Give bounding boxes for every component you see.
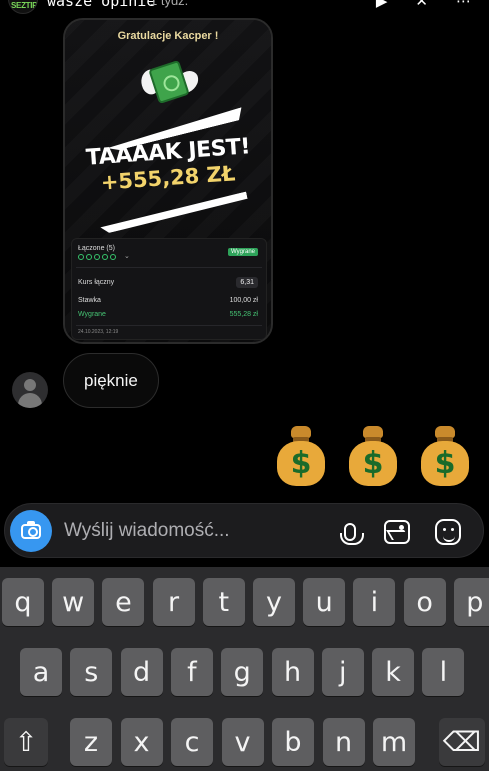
- stake-value: 100,00 zł: [229, 297, 258, 304]
- on-screen-keyboard: qwertyuiop asdfghjkl ⇧ ⌫ zxcvbnm: [0, 567, 489, 771]
- shared-story-card[interactable]: Gratulacje Kacper ! TAAAAK JEST! +555,28…: [63, 18, 273, 344]
- camera-button[interactable]: [10, 510, 52, 552]
- money-bag-icon: $: [275, 426, 327, 486]
- message-input[interactable]: Wyślij wiadomość...: [64, 520, 230, 542]
- message-text: pięknie: [84, 370, 138, 390]
- key-a[interactable]: a: [20, 648, 62, 696]
- key-e[interactable]: e: [102, 578, 145, 626]
- story-header: SEZTIP wasze opinie 1 tydz. ▶ ✕ ⋯: [0, 0, 489, 14]
- play-icon[interactable]: ▶: [376, 0, 388, 10]
- key-u[interactable]: u: [303, 578, 346, 626]
- odds-value: 6,31: [236, 277, 258, 288]
- key-o[interactable]: o: [403, 578, 446, 626]
- win-label: Wygrane: [78, 311, 106, 318]
- message-composer: Wyślij wiadomość...: [4, 503, 484, 558]
- key-q[interactable]: q: [2, 578, 44, 626]
- status-badge: Wygrane: [228, 248, 258, 256]
- key-l[interactable]: l: [422, 648, 465, 696]
- key-y[interactable]: y: [253, 578, 295, 626]
- shift-key[interactable]: ⇧: [4, 718, 48, 766]
- key-w[interactable]: w: [52, 578, 95, 626]
- odds-label: Kurs łączny: [78, 279, 115, 286]
- bet-legs-indicator: [78, 254, 116, 260]
- avatar-text: SEZTIP: [11, 1, 38, 10]
- key-h[interactable]: h: [271, 648, 314, 696]
- stake-label: Stawka: [78, 297, 101, 304]
- microphone-button[interactable]: [335, 517, 365, 547]
- key-c[interactable]: c: [171, 718, 213, 766]
- backspace-key[interactable]: ⌫: [439, 718, 485, 766]
- gallery-button[interactable]: [382, 517, 412, 547]
- camera-icon: [21, 520, 41, 539]
- key-b[interactable]: b: [272, 718, 314, 766]
- story-title: Gratulacje Kacper !: [117, 30, 219, 42]
- key-f[interactable]: f: [170, 648, 213, 696]
- key-d[interactable]: d: [120, 648, 163, 696]
- reaction-emojis: $ $ $: [275, 426, 471, 486]
- key-m[interactable]: m: [373, 718, 415, 766]
- win-value: 555,28 zł: [229, 311, 258, 318]
- timestamp: 1 tydz.: [150, 0, 189, 8]
- money-bag-icon: $: [419, 426, 471, 486]
- key-i[interactable]: i: [353, 578, 396, 626]
- username[interactable]: wasze opinie: [47, 0, 155, 10]
- image-icon: [384, 520, 410, 544]
- key-j[interactable]: j: [321, 648, 364, 696]
- key-n[interactable]: n: [322, 718, 365, 766]
- chevron-down-icon: ⌄: [124, 253, 130, 260]
- profile-avatar[interactable]: SEZTIP: [8, 0, 38, 14]
- sender-avatar[interactable]: [12, 372, 48, 408]
- flying-money-icon: [136, 56, 202, 112]
- bet-date: 24.10.2023, 12:19: [78, 329, 119, 335]
- key-v[interactable]: v: [221, 718, 264, 766]
- sticker-icon: [435, 519, 461, 545]
- more-icon[interactable]: ⋯: [456, 0, 471, 10]
- money-bag-icon: $: [347, 426, 399, 486]
- microphone-icon: [340, 523, 364, 545]
- bet-type: Łączone (5): [78, 245, 115, 252]
- message-bubble[interactable]: pięknie: [63, 353, 159, 408]
- key-s[interactable]: s: [70, 648, 113, 696]
- key-p[interactable]: p: [453, 578, 489, 626]
- key-k[interactable]: k: [372, 648, 415, 696]
- mute-icon[interactable]: ✕: [415, 0, 428, 10]
- bet-slip: Łączone (5) ⌄ Wygrane Kurs łączny 6,31 S…: [71, 238, 267, 340]
- key-z[interactable]: z: [70, 718, 112, 766]
- key-g[interactable]: g: [221, 648, 264, 696]
- key-x[interactable]: x: [120, 718, 163, 766]
- key-r[interactable]: r: [152, 578, 195, 626]
- sticker-button[interactable]: [433, 517, 463, 547]
- key-t[interactable]: t: [202, 578, 245, 626]
